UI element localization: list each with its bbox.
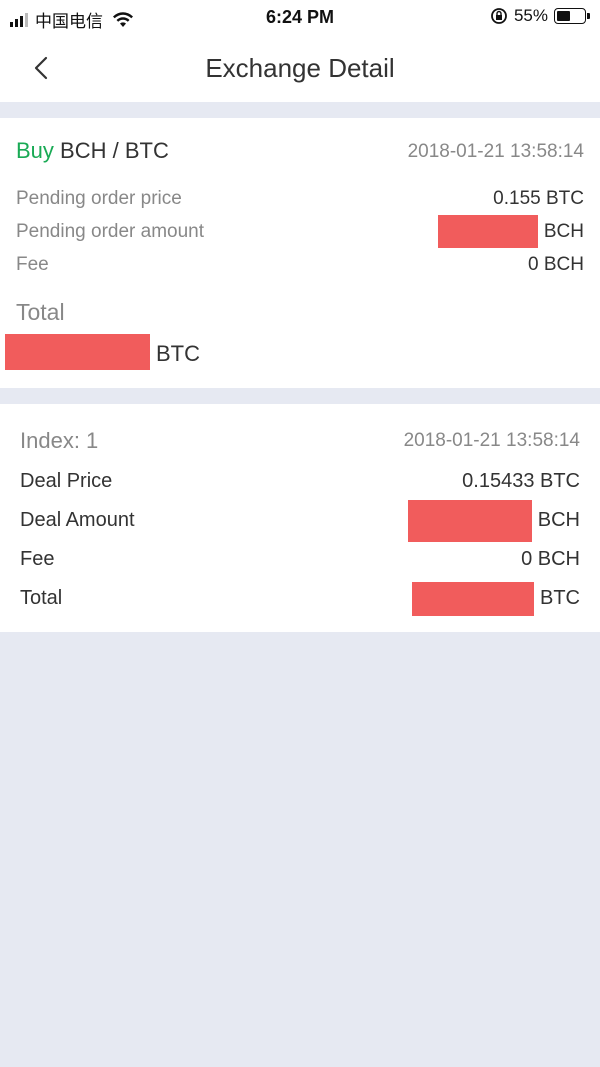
order-card: Buy BCH / BTC 2018-01-21 13:58:14 Pendin… <box>0 118 600 388</box>
order-side: Buy <box>16 138 54 163</box>
rotation-lock-icon <box>491 8 507 24</box>
order-pair: BCH / BTC <box>60 138 169 163</box>
deal-index: Index: 1 <box>20 428 99 453</box>
pending-price-value: 0.155 BTC <box>493 188 584 209</box>
battery-percent: 55% <box>513 6 548 25</box>
deal-fee-label: Fee <box>20 548 55 570</box>
redacted-deal-total <box>412 582 534 616</box>
deal-total-unit: BTC <box>540 587 580 609</box>
status-bar: 中国电信 6:24 PM 55% <box>0 0 600 36</box>
deal-timestamp: 2018-01-21 13:58:14 <box>403 430 580 451</box>
deal-amount-unit: BCH <box>537 509 580 531</box>
deal-card: Index: 1 2018-01-21 13:58:14 Deal Price … <box>0 404 600 632</box>
redacted-pending-amount <box>438 215 538 248</box>
order-timestamp: 2018-01-21 13:58:14 <box>407 141 584 162</box>
deal-fee-value: 0 BCH <box>521 548 580 570</box>
order-pair-heading: Buy BCH / BTC <box>16 138 169 164</box>
battery-icon <box>554 8 590 24</box>
pending-price-label: Pending order price <box>16 188 182 209</box>
pending-amount-label: Pending order amount <box>16 221 205 242</box>
pending-amount-unit: BCH <box>543 221 584 242</box>
redacted-deal-amount <box>408 500 532 542</box>
deal-amount-label: Deal Amount <box>20 509 135 531</box>
nav-bar: Exchange Detail <box>0 36 600 102</box>
deal-price-value: 0.15433 BTC <box>462 470 580 492</box>
order-total-label: Total <box>16 299 65 325</box>
order-total-unit: BTC <box>156 341 200 366</box>
deal-total-label: Total <box>20 587 63 609</box>
order-fee-value: 0 BCH <box>528 254 584 275</box>
deal-price-label: Deal Price <box>20 470 113 492</box>
redacted-order-total <box>5 334 150 370</box>
order-fee-label: Fee <box>16 254 49 275</box>
status-right: 55% <box>490 6 590 26</box>
page-title: Exchange Detail <box>205 53 395 83</box>
